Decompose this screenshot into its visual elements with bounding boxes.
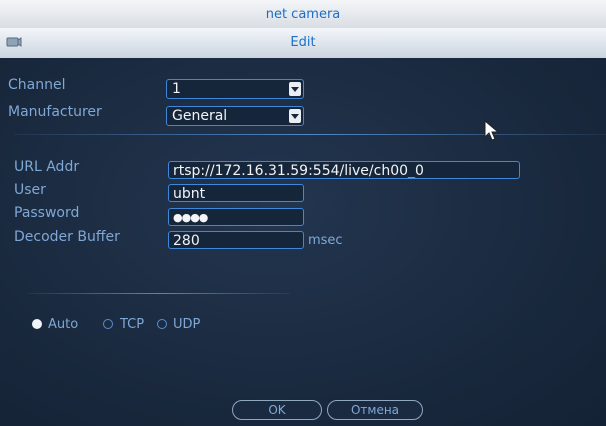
screen: net camera Edit Channel 1 Manufacturer G… — [0, 0, 606, 426]
manufacturer-value: General — [172, 108, 228, 124]
dialog-content: Channel 1 Manufacturer General URL Addr … — [0, 58, 606, 426]
chevron-down-icon[interactable] — [289, 109, 301, 123]
radio-auto-label[interactable]: Auto — [48, 317, 78, 332]
password-label: Password — [14, 205, 80, 221]
user-label: User — [14, 182, 46, 198]
dialog-titlebar[interactable]: Edit — [0, 28, 606, 59]
password-input[interactable]: ●●●● — [168, 208, 304, 226]
channel-value: 1 — [172, 81, 181, 97]
window-titlebar: net camera — [0, 0, 606, 28]
radio-tcp-label[interactable]: TCP — [120, 317, 144, 332]
manufacturer-dropdown[interactable]: General — [166, 106, 304, 126]
radio-auto[interactable] — [32, 319, 42, 329]
url-addr-input[interactable]: rtsp://172.16.31.59:554/live/ch00_0 — [168, 161, 520, 179]
edit-dialog: Edit Channel 1 Manufacturer General URL … — [0, 28, 606, 426]
manufacturer-label: Manufacturer — [8, 104, 102, 120]
channel-dropdown[interactable]: 1 — [166, 79, 304, 99]
mouse-pointer-icon — [484, 120, 500, 141]
window-title: net camera — [265, 7, 341, 22]
channel-label: Channel — [8, 77, 66, 93]
divider — [14, 134, 606, 135]
decoder-buffer-unit: msec — [308, 233, 343, 248]
ok-button[interactable]: OK — [232, 400, 322, 420]
cancel-button[interactable]: Отмена — [327, 400, 423, 420]
decoder-buffer-label: Decoder Buffer — [14, 229, 120, 245]
user-input[interactable]: ubnt — [168, 184, 304, 202]
decoder-buffer-input[interactable]: 280 — [168, 231, 304, 249]
radio-udp[interactable] — [157, 319, 167, 329]
radio-udp-label[interactable]: UDP — [173, 317, 200, 332]
chevron-down-icon[interactable] — [289, 82, 301, 96]
url-addr-label: URL Addr — [14, 159, 80, 175]
radio-tcp[interactable] — [103, 319, 113, 329]
divider — [28, 293, 290, 294]
dialog-title: Edit — [290, 35, 316, 50]
